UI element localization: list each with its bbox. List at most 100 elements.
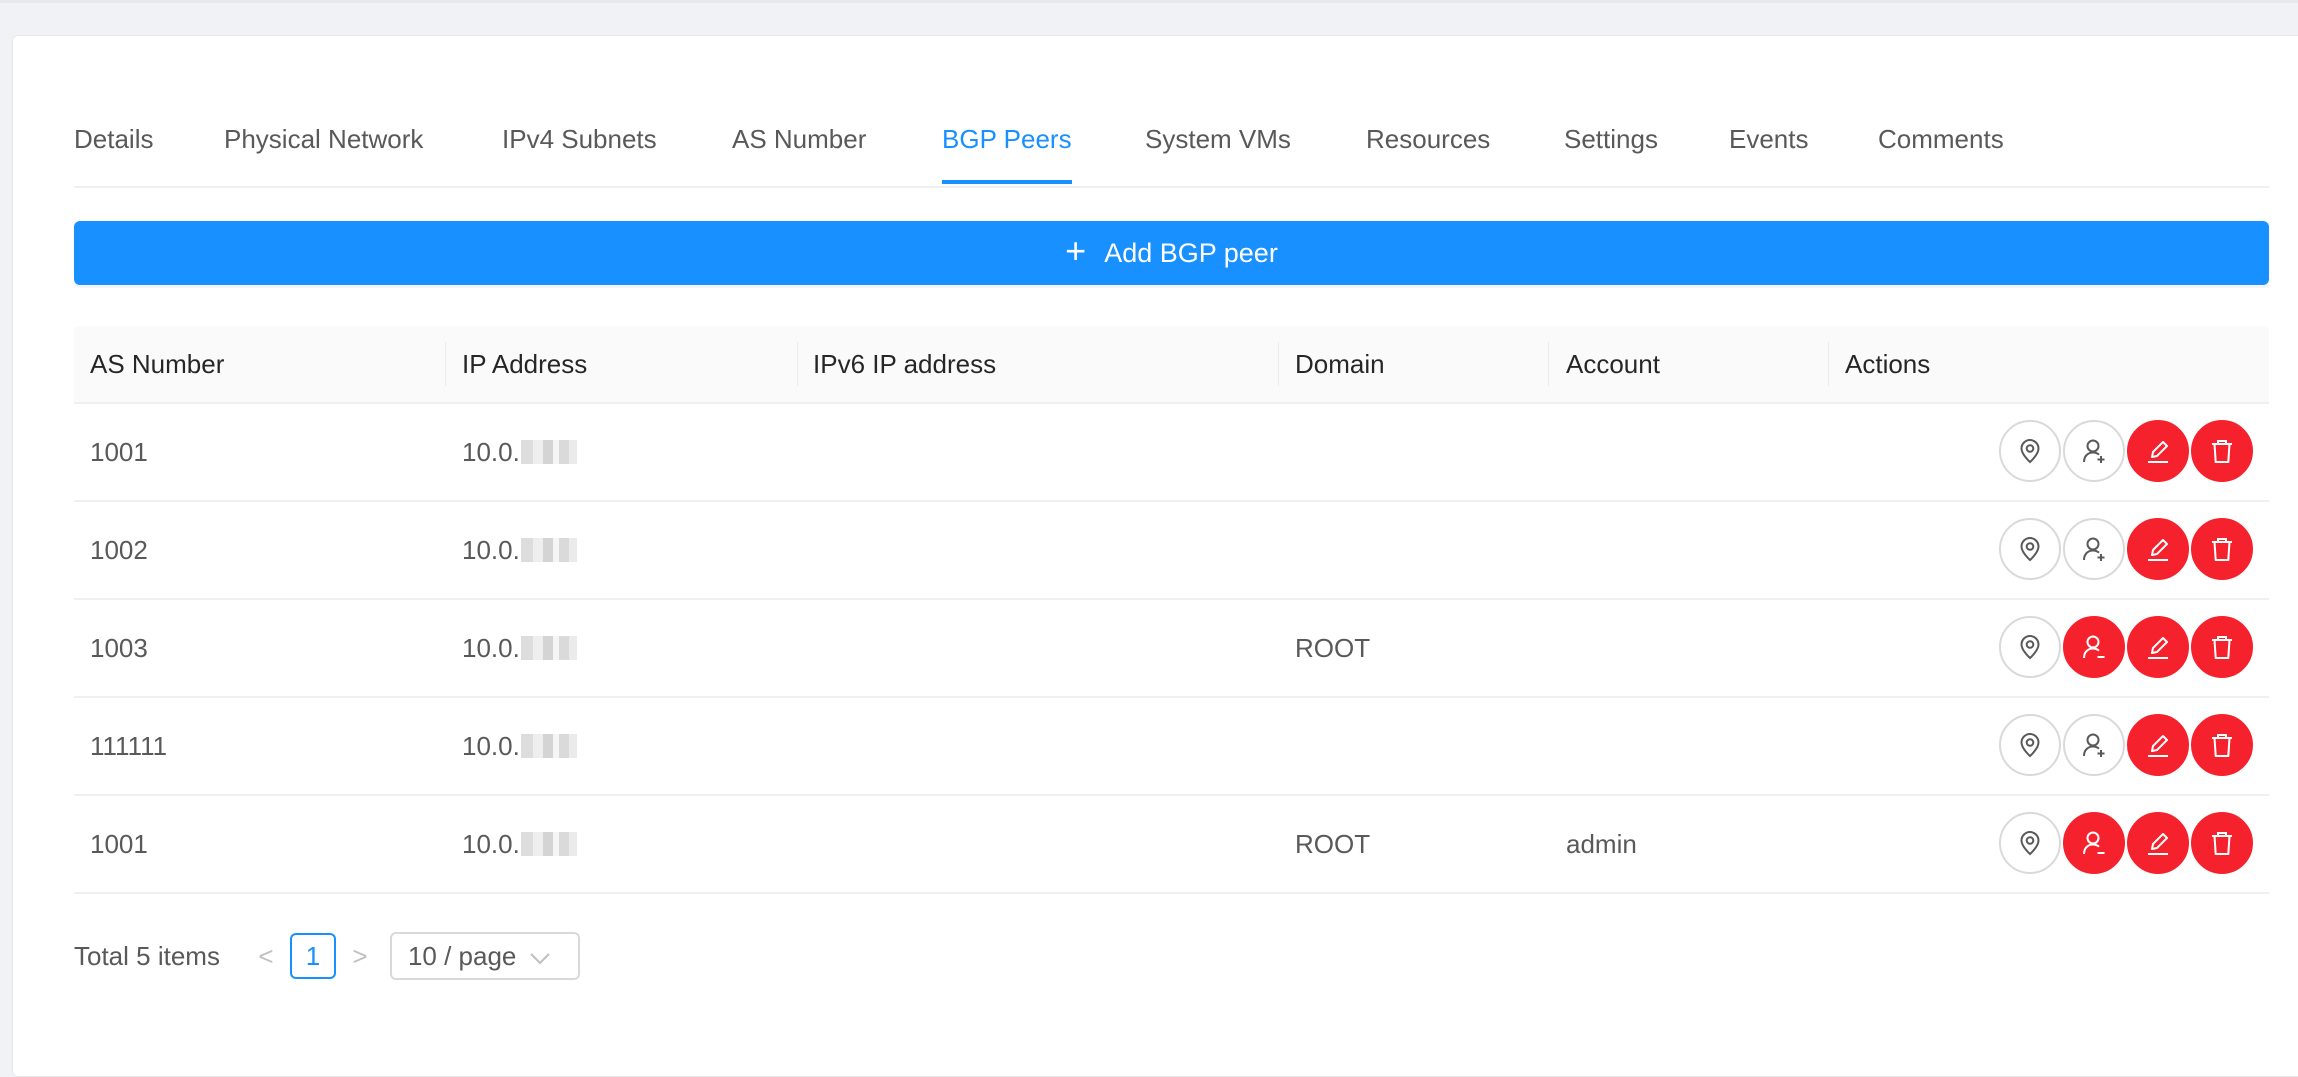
environment-icon xyxy=(2016,633,2044,661)
row-actions xyxy=(1997,812,2253,874)
row-actions xyxy=(1997,714,2253,776)
page-1-button[interactable]: 1 xyxy=(289,933,336,979)
user-add-icon xyxy=(2080,535,2108,563)
column-divider xyxy=(1828,342,1829,386)
delete-button[interactable] xyxy=(2191,714,2253,776)
ip-prefix: 10.0. xyxy=(462,731,520,761)
edit-icon xyxy=(2144,437,2172,465)
tab-ipv4-subnets[interactable]: IPv4 Subnets xyxy=(502,124,657,155)
environment-icon xyxy=(2016,535,2044,563)
cell-as-number: 1002 xyxy=(90,535,148,565)
environment-button[interactable] xyxy=(1999,518,2061,580)
row-actions xyxy=(1997,420,2253,482)
row-actions xyxy=(1997,616,2253,678)
edit-button[interactable] xyxy=(2127,812,2189,874)
column-divider xyxy=(1278,342,1279,386)
delete-button[interactable] xyxy=(2191,616,2253,678)
table-row: 1003 10.0. ROOT xyxy=(74,600,2269,698)
user-add-icon xyxy=(2080,437,2108,465)
edit-button[interactable] xyxy=(2127,714,2189,776)
redacted-ip-block xyxy=(520,636,577,660)
ip-prefix: 10.0. xyxy=(462,633,520,663)
delete-button[interactable] xyxy=(2191,420,2253,482)
tab-details[interactable]: Details xyxy=(74,124,153,155)
redacted-ip-block xyxy=(520,538,577,562)
page-size-select[interactable]: 10 / page xyxy=(389,932,580,980)
environment-button[interactable] xyxy=(1999,616,2061,678)
delete-icon xyxy=(2208,731,2236,759)
assign-account-button[interactable] xyxy=(2063,518,2125,580)
prev-page-button[interactable]: < xyxy=(250,941,282,972)
table-header: AS Number IP Address IPv6 IP address Dom… xyxy=(74,326,2269,404)
delete-icon xyxy=(2208,829,2236,857)
top-band xyxy=(0,0,2298,3)
cell-as-number: 1003 xyxy=(90,633,148,663)
environment-icon xyxy=(2016,731,2044,759)
environment-button[interactable] xyxy=(1999,420,2061,482)
edit-icon xyxy=(2144,829,2172,857)
delete-button[interactable] xyxy=(2191,812,2253,874)
cell-account: admin xyxy=(1566,829,1637,859)
table-row: 111111 10.0. xyxy=(74,698,2269,796)
delete-icon xyxy=(2208,535,2236,563)
column-header-ipv6[interactable]: IPv6 IP address xyxy=(813,326,996,402)
user-add-icon xyxy=(2080,731,2108,759)
column-header-actions: Actions xyxy=(1845,349,1931,379)
edit-icon xyxy=(2144,633,2172,661)
ip-prefix: 10.0. xyxy=(462,829,520,859)
release-account-button[interactable] xyxy=(2063,812,2125,874)
column-header-ip-address[interactable]: IP Address xyxy=(462,326,587,402)
tab-comments[interactable]: Comments xyxy=(1878,124,2004,155)
delete-icon xyxy=(2208,633,2236,661)
edit-button[interactable] xyxy=(2127,518,2189,580)
column-divider xyxy=(1548,342,1549,386)
tab-physical-network[interactable]: Physical Network xyxy=(224,124,423,155)
environment-button[interactable] xyxy=(1999,714,2061,776)
redacted-ip-block xyxy=(520,832,577,856)
assign-account-button[interactable] xyxy=(2063,714,2125,776)
cell-ip-address: 10.0. xyxy=(462,698,577,794)
ip-prefix: 10.0. xyxy=(462,437,520,467)
redacted-ip-block xyxy=(520,440,577,464)
total-items: Total 5 items xyxy=(74,940,220,971)
table-body: 1001 10.0. 1002 10.0. 1003 10.0. ROOT 111111 10.… xyxy=(74,404,2269,894)
tab-settings[interactable]: Settings xyxy=(1564,124,1658,155)
plus-icon: + xyxy=(1065,230,1087,271)
table-row: 1001 10.0. ROOT admin xyxy=(74,796,2269,894)
column-header-account[interactable]: Account xyxy=(1566,326,1660,402)
tab-as-number[interactable]: AS Number xyxy=(732,124,866,155)
edit-icon xyxy=(2144,535,2172,563)
column-header-domain[interactable]: Domain xyxy=(1295,326,1385,402)
environment-icon xyxy=(2016,437,2044,465)
next-page-button[interactable]: > xyxy=(344,941,376,972)
cell-as-number: 1001 xyxy=(90,829,148,859)
page-size-value: 10 / page xyxy=(407,940,517,971)
environment-icon xyxy=(2016,829,2044,857)
bgp-peers-table: AS Number IP Address IPv6 IP address Dom… xyxy=(74,326,2269,894)
table-row: 1002 10.0. xyxy=(74,502,2269,600)
tab-resources[interactable]: Resources xyxy=(1366,124,1490,155)
column-header-as-number[interactable]: AS Number xyxy=(90,326,224,402)
tab-bgp-peers[interactable]: BGP Peers xyxy=(942,124,1072,184)
release-account-button[interactable] xyxy=(2063,616,2125,678)
tab-system-vms[interactable]: System VMs xyxy=(1145,124,1291,155)
column-divider xyxy=(445,342,446,386)
cell-domain: ROOT xyxy=(1295,829,1371,859)
delete-button[interactable] xyxy=(2191,518,2253,580)
edit-button[interactable] xyxy=(2127,420,2189,482)
table-row: 1001 10.0. xyxy=(74,404,2269,502)
edit-button[interactable] xyxy=(2127,616,2189,678)
column-divider xyxy=(797,342,798,386)
delete-icon xyxy=(2208,437,2236,465)
cell-as-number: 1001 xyxy=(90,437,148,467)
cell-ip-address: 10.0. xyxy=(462,600,577,696)
cell-domain: ROOT xyxy=(1295,633,1371,663)
cell-ip-address: 10.0. xyxy=(462,502,577,598)
tab-events[interactable]: Events xyxy=(1729,124,1809,155)
add-bgp-peer-button[interactable]: + Add BGP peer xyxy=(74,221,2269,285)
assign-account-button[interactable] xyxy=(2063,420,2125,482)
user-remove-icon xyxy=(2080,633,2108,661)
environment-button[interactable] xyxy=(1999,812,2061,874)
tab-bar: Details Physical Network IPv4 Subnets AS… xyxy=(74,36,2269,188)
content-card: Details Physical Network IPv4 Subnets AS… xyxy=(12,35,2298,1077)
